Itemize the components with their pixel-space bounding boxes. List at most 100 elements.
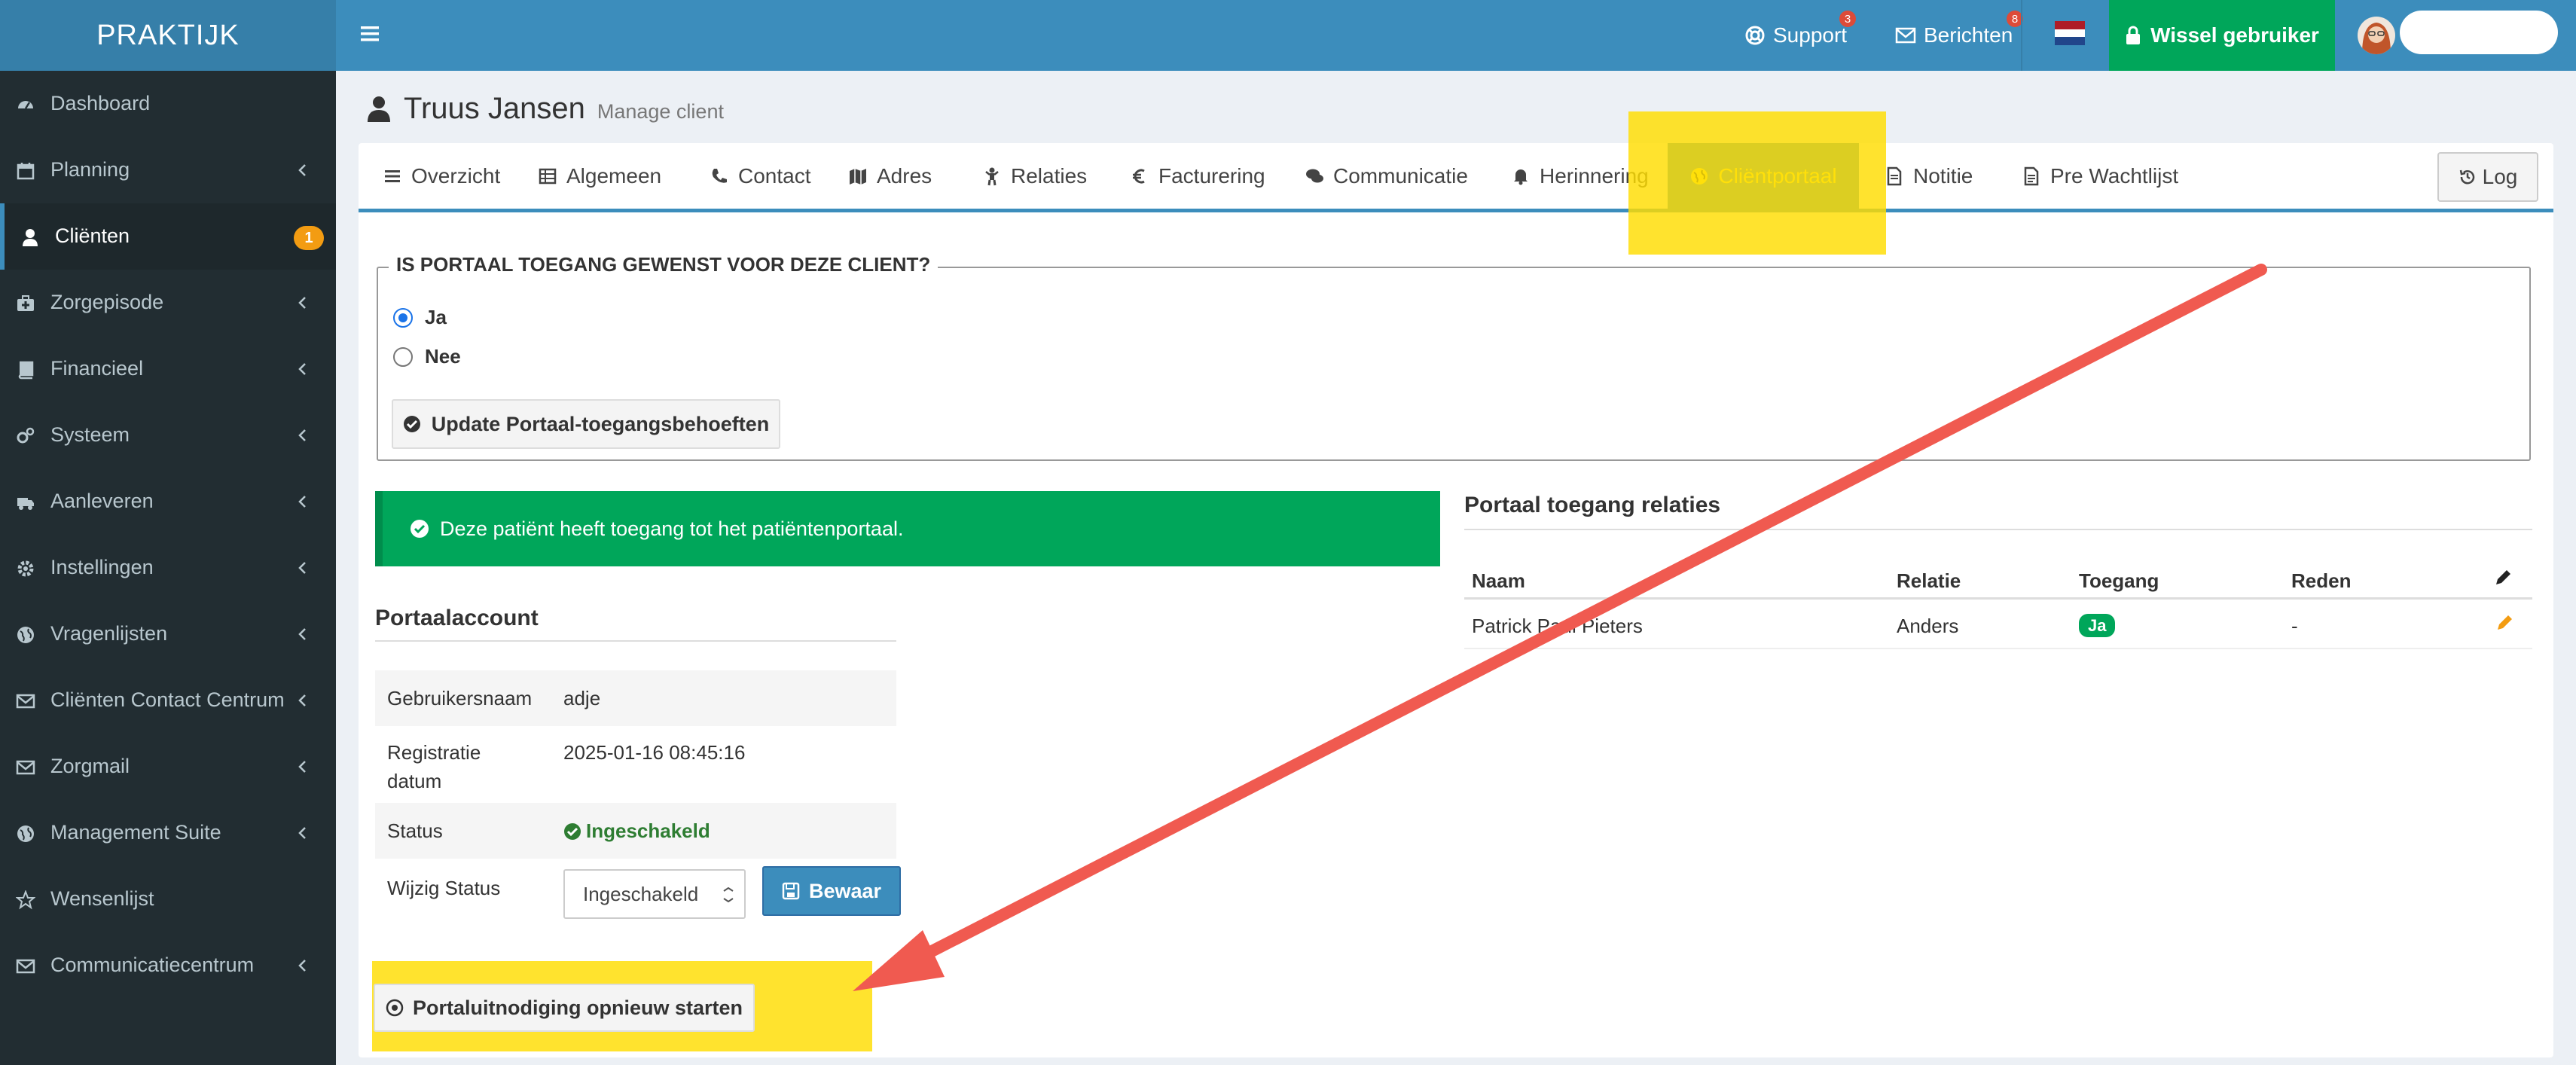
- sidebar-item-dashboard[interactable]: Dashboard: [0, 71, 336, 137]
- radio-ja-control[interactable]: [393, 307, 413, 328]
- log-label: Log: [2482, 165, 2518, 188]
- envelope-icon: [16, 691, 35, 711]
- sidebar-item-instellingen[interactable]: Instellingen: [0, 535, 336, 601]
- sidebar-item-vragenlijsten[interactable]: Vragenlijsten: [0, 601, 336, 667]
- client-content-box: Overzicht Algemeen Contact Adres Relaties Fac…: [359, 143, 2553, 1057]
- portal-access-success-alert: Deze patiënt heeft toegang tot het patië…: [375, 491, 1440, 566]
- radio-nee[interactable]: Nee: [393, 345, 461, 368]
- sidebar-item-label: Instellingen: [50, 556, 154, 578]
- status-value: Ingeschakeld: [563, 819, 710, 843]
- portal-account-title: Portaalaccount: [375, 606, 896, 642]
- sidebar-item-zorgmail[interactable]: Zorgmail: [0, 734, 336, 800]
- brand-logo[interactable]: PRAKTIJK: [0, 0, 336, 71]
- book-icon: [16, 360, 35, 380]
- portal-access-legend: IS PORTAAL TOEGANG GEWENST VOOR DEZE CLI…: [389, 253, 939, 276]
- tab-label: Communicatie: [1333, 163, 1468, 188]
- lock-icon: [2125, 26, 2141, 45]
- file-text-icon: [2022, 166, 2041, 186]
- phone-icon: [710, 166, 729, 186]
- sidebar-item-financieel[interactable]: Financieel: [0, 336, 336, 402]
- chevron-left-icon: [296, 294, 310, 311]
- sidebar-item-cli-nten[interactable]: Cliënten 1: [0, 203, 336, 270]
- tab-label: Relaties: [1011, 163, 1088, 188]
- registration-label-1: Registratie: [387, 741, 481, 764]
- calendar-icon: [16, 161, 35, 181]
- registration-date-value: 2025-01-16 08:45:16: [563, 741, 746, 764]
- floppy-disk-icon: [782, 882, 800, 900]
- sidebar-item-management-suite[interactable]: Management Suite: [0, 800, 336, 866]
- sidebar-item-label: Management Suite: [50, 821, 221, 844]
- status-select[interactable]: Ingeschakeld: [563, 869, 746, 919]
- support-link[interactable]: Support: [1744, 0, 1847, 71]
- chevron-left-icon: [296, 692, 310, 709]
- restart-invitation-label: Portaluitnodiging opnieuw starten: [413, 996, 743, 1019]
- user-avatar[interactable]: [2358, 17, 2395, 54]
- table-icon: [538, 166, 557, 186]
- sidebar-item-wensenlijst[interactable]: Wensenlijst: [0, 866, 336, 932]
- check-circle-icon: [403, 415, 421, 433]
- save-status-button[interactable]: Bewaar: [762, 866, 901, 916]
- globe-icon: [16, 824, 35, 844]
- user-name-redacted[interactable]: [2400, 11, 2558, 54]
- sidebar-item-label: Communicatiecentrum: [50, 954, 255, 976]
- sidebar-item-aanleveren[interactable]: Aanleveren: [0, 468, 336, 535]
- client-tabs: Overzicht Algemeen Contact Adres Relaties Fac…: [359, 143, 2553, 212]
- sidebar-item-label: Zorgepisode: [50, 291, 164, 313]
- table-header-row: Naam Relatie Toegang Reden: [1464, 556, 2532, 600]
- tab-relaties[interactable]: Relaties: [982, 143, 1087, 209]
- chevron-left-icon: [296, 162, 310, 179]
- radio-nee-control[interactable]: [393, 346, 413, 367]
- tab-label: Notitie: [1913, 163, 1973, 188]
- tab-label: Overzicht: [411, 163, 501, 188]
- status-row: Status Ingeschakeld: [375, 803, 896, 859]
- radio-ja[interactable]: Ja: [393, 306, 447, 329]
- update-portal-access-label: Update Portaal-toegangsbehoeften: [431, 412, 770, 435]
- medkit-icon: [16, 294, 35, 313]
- chevron-left-icon: [296, 361, 310, 377]
- edit-pencil-icon[interactable]: [2495, 613, 2514, 633]
- highlight-clientportaal-tab: [1628, 111, 1886, 255]
- euro-icon: [1130, 166, 1149, 186]
- page-subtitle: Manage client: [597, 100, 724, 123]
- lifebuoy-icon: [1744, 25, 1766, 46]
- tab-facturering[interactable]: Facturering: [1130, 143, 1265, 209]
- save-status-label: Bewaar: [808, 879, 882, 902]
- chevron-down-icon: [722, 887, 735, 902]
- gear-icon: [16, 559, 35, 578]
- tab-overzicht[interactable]: Overzicht: [383, 143, 500, 209]
- cogs-icon: [16, 426, 35, 446]
- messages-label: Berichten: [1924, 23, 2013, 47]
- list-icon: [383, 166, 402, 186]
- sidebar: PRAKTIJK Dashboard Planning Cliënten 1 Zorge…: [0, 0, 336, 1065]
- flag-nl-icon[interactable]: [2055, 21, 2085, 45]
- log-button[interactable]: Log: [2437, 152, 2538, 202]
- chevron-left-icon: [296, 560, 310, 576]
- sidebar-item-label: Financieel: [50, 357, 144, 380]
- check-circle-icon: [563, 822, 581, 841]
- sidebar-item-label: Cliënten: [55, 224, 130, 247]
- hamburger-menu-icon[interactable]: [359, 23, 381, 45]
- tab-pre-wachtlijst[interactable]: Pre Wachtlijst: [2022, 143, 2178, 209]
- tab-label: Pre Wachtlijst: [2050, 163, 2179, 188]
- header-relatie: Relatie: [1897, 569, 1961, 592]
- sidebar-item-cli-nten-contact-centrum[interactable]: Cliënten Contact Centrum: [0, 667, 336, 734]
- tab-notitie[interactable]: Notitie: [1885, 143, 1973, 209]
- user-icon: [20, 227, 40, 247]
- alert-text: Deze patiënt heeft toegang tot het patië…: [440, 517, 904, 540]
- relation-reason: -: [2291, 615, 2298, 637]
- sidebar-item-planning[interactable]: Planning: [0, 137, 336, 203]
- tab-contact[interactable]: Contact: [710, 143, 811, 209]
- update-portal-access-button[interactable]: Update Portaal-toegangsbehoeften: [392, 399, 780, 449]
- sidebar-item-communicatiecentrum[interactable]: Communicatiecentrum: [0, 932, 336, 999]
- sidebar-item-zorgepisode[interactable]: Zorgepisode: [0, 270, 336, 336]
- sidebar-item-systeem[interactable]: Systeem: [0, 402, 336, 468]
- support-badge: 3: [1839, 11, 1856, 27]
- pencil-icon: [2493, 568, 2513, 587]
- tab-algemeen[interactable]: Algemeen: [538, 143, 661, 209]
- tab-communicatie[interactable]: Communicatie: [1305, 143, 1468, 209]
- header-toegang: Toegang: [2079, 569, 2159, 592]
- restart-invitation-button[interactable]: Portaluitnodiging opnieuw starten: [374, 984, 755, 1032]
- messages-link[interactable]: Berichten: [1895, 0, 2013, 71]
- tab-adres[interactable]: Adres: [848, 143, 932, 209]
- switch-user-button[interactable]: Wissel gebruiker: [2109, 0, 2335, 71]
